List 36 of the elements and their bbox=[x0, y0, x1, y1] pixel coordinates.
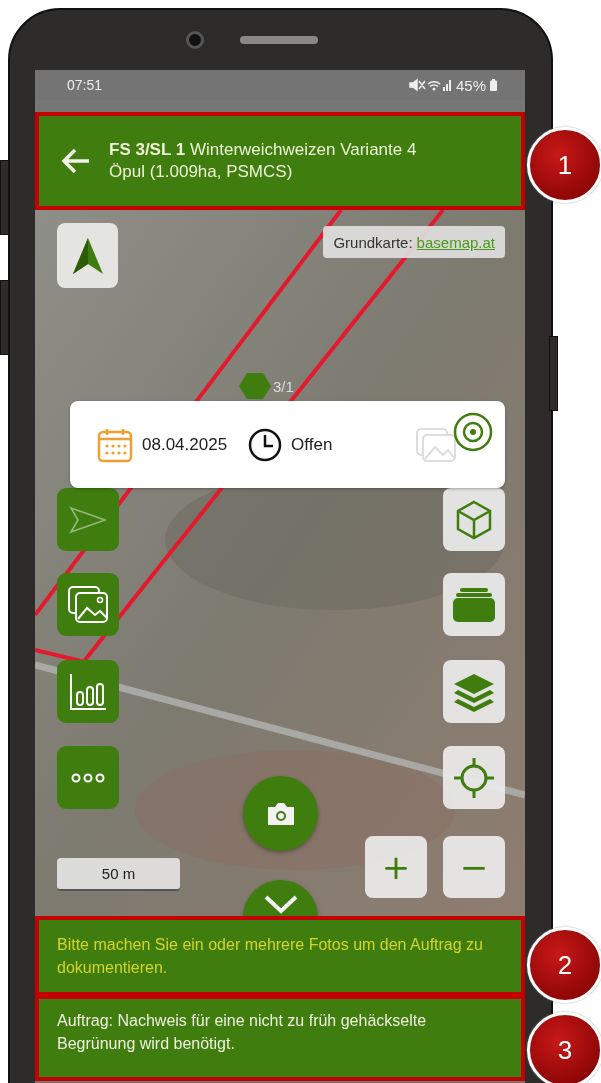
callout-number: 3 bbox=[527, 1012, 601, 1083]
stack-button[interactable] bbox=[443, 573, 505, 636]
battery-icon bbox=[490, 79, 497, 91]
message-text: Auftrag: Nachweis für eine nicht zu früh gehäckselte Begrünung wird benötigt. bbox=[57, 1011, 428, 1054]
compass-button[interactable] bbox=[57, 223, 118, 288]
crosshair-icon bbox=[452, 755, 496, 800]
gallery-icon bbox=[67, 584, 109, 625]
task-status: Offen bbox=[291, 434, 333, 455]
target-icon[interactable] bbox=[453, 411, 493, 452]
scale-label: 50 m bbox=[101, 865, 136, 882]
message-text: Bitte machen Sie ein oder mehrere Fotos um den Auftrag zu dokumentieren. bbox=[57, 935, 484, 978]
zoom-out-button[interactable]: − bbox=[443, 836, 505, 898]
more-icon bbox=[71, 772, 105, 783]
send-icon bbox=[68, 504, 108, 535]
locate-button[interactable] bbox=[443, 746, 505, 809]
basemap-link[interactable]: basemap.at bbox=[416, 233, 495, 251]
field-label: 3/1 bbox=[273, 377, 294, 395]
zoom-in-button[interactable]: + bbox=[365, 836, 427, 898]
status-time: 07:51 bbox=[67, 77, 103, 93]
chart-button[interactable] bbox=[57, 660, 119, 723]
attribution-text: Grundkarte: bbox=[333, 233, 413, 251]
gallery-button[interactable] bbox=[57, 573, 119, 636]
due-date: 08.04.2025 bbox=[142, 434, 228, 455]
stacked-cards-icon bbox=[452, 586, 496, 623]
layers-icon bbox=[452, 671, 496, 712]
cube-icon bbox=[455, 499, 493, 540]
bar-chart-icon bbox=[68, 671, 108, 712]
field-title: FS 3/SL 1 Winterweichweizen Variante 4 bbox=[109, 139, 417, 161]
field-subtitle: Öpul (1.009ha, PSMCS) bbox=[109, 161, 294, 183]
chevron-down-icon bbox=[262, 894, 299, 914]
more-button[interactable] bbox=[57, 746, 119, 809]
status-icons bbox=[407, 78, 452, 92]
layers-button[interactable] bbox=[443, 660, 505, 723]
battery-percent: 45% bbox=[455, 76, 486, 94]
clock-icon bbox=[247, 426, 284, 463]
cube-button[interactable] bbox=[443, 488, 505, 551]
